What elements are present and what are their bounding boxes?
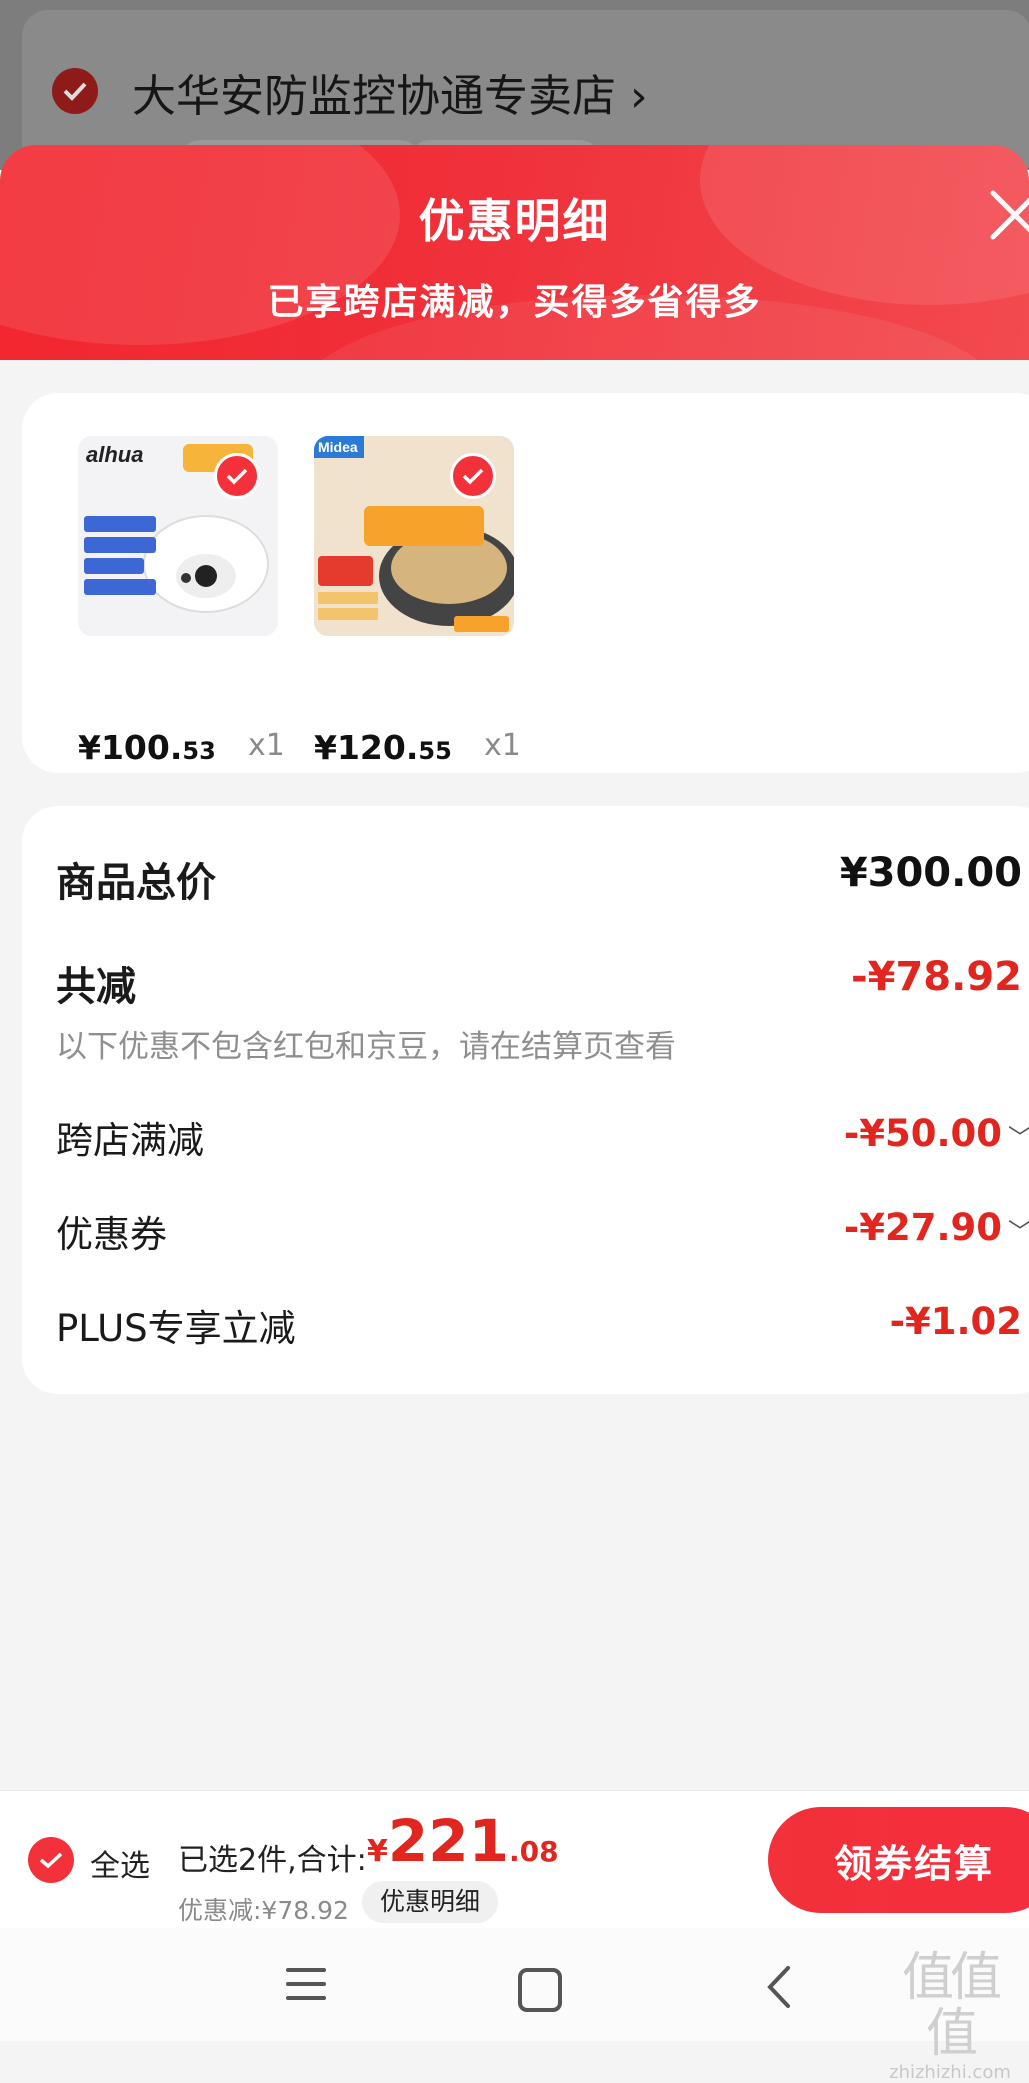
watermark: 值值值 zhizhizhi.com: [880, 1950, 1020, 2083]
discount-row-label: PLUS专享立减: [56, 1307, 296, 1350]
total-price-value: ¥300.00: [839, 850, 1022, 896]
product-quantity: x1: [484, 728, 521, 763]
discount-note: 以下优惠不包含红包和京豆，请在结算页查看: [56, 1029, 676, 1065]
check-icon: [226, 468, 248, 485]
checkout-button[interactable]: 领券结算: [768, 1807, 1029, 1913]
product-checkbox[interactable]: [450, 453, 496, 499]
discount-summary-card: 商品总价 ¥300.00 共减 -¥78.92 以下优惠不包含红包和京豆，请在结…: [22, 806, 1029, 1394]
store-name[interactable]: 大华安防监控协通专卖店 ›: [132, 60, 648, 124]
product-quantity: x1: [248, 728, 285, 763]
chevron-down-icon: ﹀: [1008, 1212, 1029, 1247]
discount-row-label: 优惠券: [56, 1213, 167, 1256]
watermark-logo: 值值值: [901, 1948, 1002, 2064]
products-card: alhua ¥100.53 x1 Midea ¥120.55 x1: [22, 393, 1029, 773]
chevron-right-icon: ›: [630, 71, 648, 122]
select-all-checkbox[interactable]: [28, 1837, 74, 1883]
watermark-url: zhizhizhi.com: [889, 2062, 1011, 2083]
sheet-subtitle: 已享跨店满减，买得多省得多: [267, 282, 762, 323]
svg-text:alhua: alhua: [86, 442, 143, 467]
system-nav-bar: 值值值 zhizhizhi.com: [0, 1928, 1029, 2083]
svg-text:Midea: Midea: [318, 439, 358, 455]
product-price: ¥120.55: [314, 728, 452, 767]
total-price-label: 商品总价: [56, 860, 216, 906]
product-price: ¥100.53: [78, 728, 216, 767]
discount-detail-button[interactable]: 优惠明细: [362, 1881, 499, 1923]
discount-row-value: -¥1.02: [889, 1300, 1022, 1343]
discount-row-label: 跨店满减: [56, 1119, 204, 1162]
home-icon[interactable]: [518, 1968, 562, 2012]
checkout-bar: 全选 已选2件,合计: ¥221.08 优惠减:¥78.92 优惠明细 领券结算: [0, 1790, 1029, 1929]
total-reduce-label: 共减: [56, 964, 136, 1010]
check-icon: [39, 1852, 63, 1869]
select-all-label[interactable]: 全选: [90, 1841, 150, 1885]
discount-row-value: -¥50.00﹀: [844, 1112, 1029, 1155]
selected-count-text: 已选2件,合计:: [178, 1843, 367, 1878]
chevron-down-icon: ﹀: [1008, 1118, 1029, 1153]
discount-amount-text: 优惠减:¥78.92: [178, 1896, 349, 1925]
product-checkbox[interactable]: [214, 453, 260, 499]
total-amount: ¥221.08: [367, 1807, 559, 1875]
menu-icon[interactable]: [286, 1968, 326, 2010]
close-icon[interactable]: [985, 185, 1029, 245]
total-reduce-value: -¥78.92: [851, 954, 1022, 1000]
check-icon: [462, 468, 484, 485]
discount-sheet-header: 优惠明细 已享跨店满减，买得多省得多: [0, 145, 1029, 360]
back-icon[interactable]: [760, 1962, 800, 2012]
sheet-title: 优惠明细: [418, 194, 611, 248]
discount-row-value: -¥27.90﹀: [844, 1206, 1029, 1249]
store-checkbox[interactable]: [52, 68, 98, 114]
check-icon: [63, 82, 87, 101]
